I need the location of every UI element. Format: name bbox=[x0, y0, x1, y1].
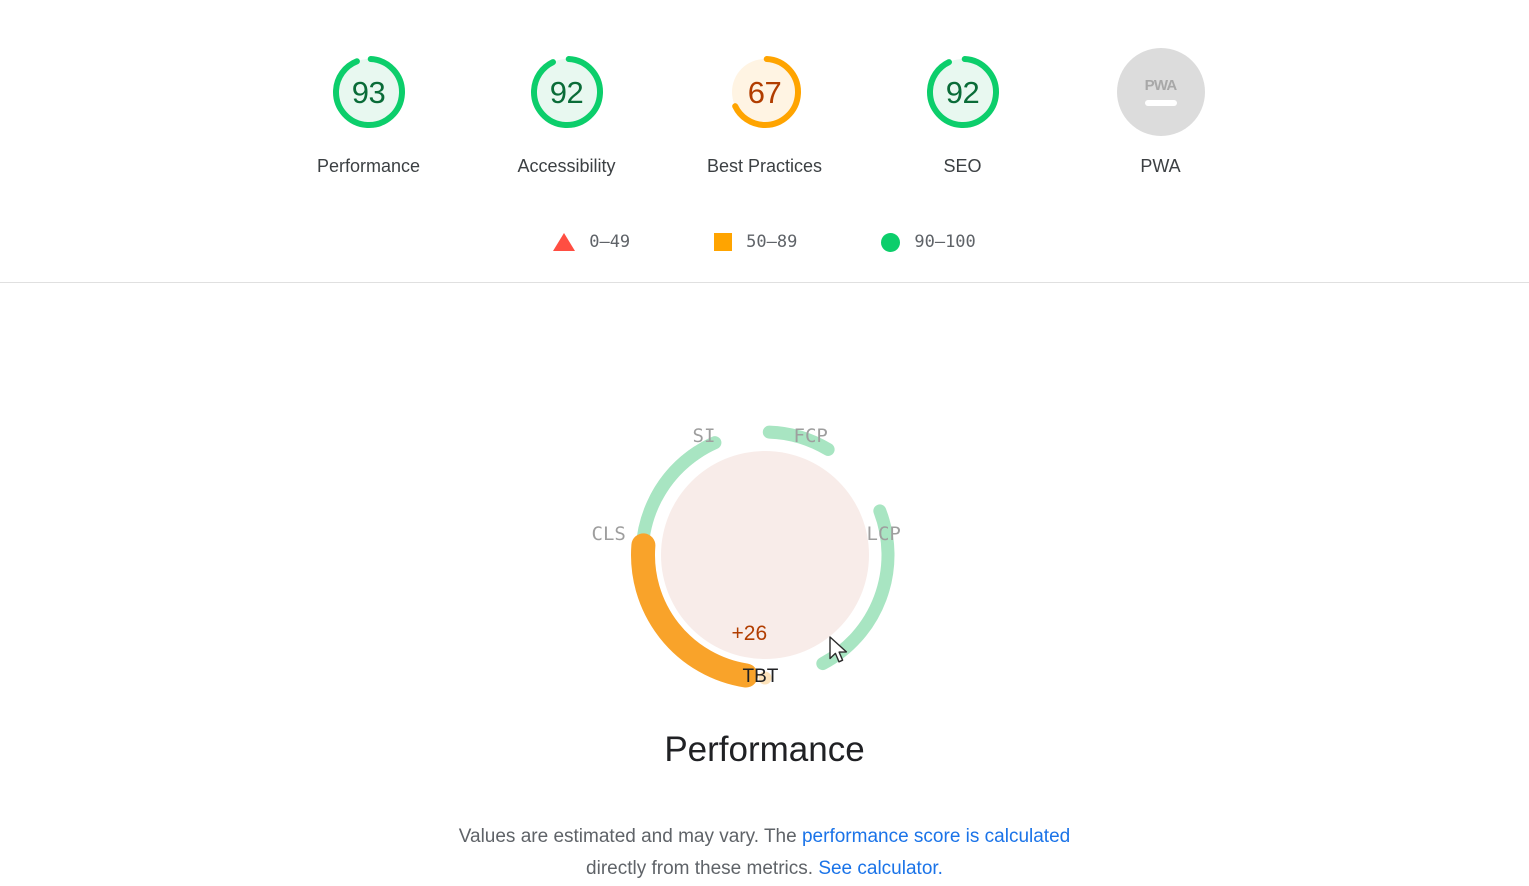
hovered-metric-name: TBT bbox=[742, 666, 779, 687]
gauge-arc-performance: 93 bbox=[325, 48, 413, 136]
disclaimer-text-before: Values are estimated and may vary. The bbox=[458, 825, 802, 847]
gauge-performance[interactable]: 93 Performance bbox=[270, 48, 468, 178]
triangle-icon bbox=[553, 233, 576, 251]
legend-label-fail: 0–49 bbox=[589, 232, 631, 252]
gauge-arc-seo: 92 bbox=[919, 48, 1007, 136]
square-icon bbox=[714, 233, 733, 251]
pwa-badge-icon: PWA bbox=[1116, 48, 1205, 136]
score-legend: 0–49 50–89 90–100 bbox=[0, 232, 1529, 252]
gauge-value-best-practices: 67 bbox=[747, 74, 782, 110]
legend-item-average: 50–89 bbox=[714, 232, 797, 252]
scores-header: 93 Performance 92 Accessibility 67 Best … bbox=[0, 0, 1529, 283]
gauge-label-best-practices: Best Practices bbox=[706, 156, 823, 176]
performance-donut-chart[interactable]: SI FCP CLS LCP +26 TBT bbox=[592, 395, 925, 715]
arc-label-si: SI bbox=[692, 425, 716, 447]
gauges-row: 93 Performance 92 Accessibility 67 Best … bbox=[0, 0, 1529, 178]
gauge-arc-accessibility: 92 bbox=[523, 48, 611, 136]
gauge-label-pwa: PWA bbox=[1140, 156, 1181, 176]
see-calculator-link[interactable]: See calculator. bbox=[818, 858, 943, 879]
gauge-label-seo: SEO bbox=[943, 156, 982, 176]
gauge-value-accessibility: 92 bbox=[549, 74, 584, 110]
gauge-value-performance: 93 bbox=[351, 74, 386, 110]
gauge-seo[interactable]: 92 SEO bbox=[864, 48, 1062, 178]
disclaimer-text-middle: directly from these metrics. bbox=[586, 858, 819, 880]
gauge-value-seo: 92 bbox=[945, 74, 980, 110]
arc-label-fcp: FCP bbox=[793, 425, 828, 447]
arc-label-cls: CLS bbox=[591, 523, 626, 545]
gauge-accessibility[interactable]: 92 Accessibility bbox=[468, 48, 666, 178]
gauge-arc-best-practices: 67 bbox=[721, 48, 809, 136]
legend-label-pass: 90–100 bbox=[914, 232, 976, 252]
pwa-dash-icon bbox=[1144, 100, 1177, 106]
pwa-badge-text: PWA bbox=[1144, 77, 1178, 94]
gauge-pwa[interactable]: PWA PWA bbox=[1062, 48, 1260, 178]
performance-score-link[interactable]: performance score is calculated bbox=[802, 826, 1070, 847]
arc-label-lcp: LCP bbox=[866, 523, 901, 545]
hovered-metric-delta: +26 bbox=[731, 622, 768, 645]
legend-item-fail: 0–49 bbox=[553, 232, 630, 252]
circle-icon bbox=[881, 232, 901, 252]
gauge-best-practices[interactable]: 67 Best Practices bbox=[666, 48, 864, 178]
breakdown-disclaimer: Values are estimated and may vary. The p… bbox=[435, 821, 1095, 886]
legend-label-average: 50–89 bbox=[746, 232, 798, 252]
legend-item-pass: 90–100 bbox=[881, 232, 976, 252]
gauge-label-performance: Performance bbox=[316, 156, 421, 176]
gauge-label-accessibility: Accessibility bbox=[517, 156, 616, 176]
lighthouse-report: 93 Performance 92 Accessibility 67 Best … bbox=[0, 0, 1529, 879]
metric-breakdown-section: SI FCP CLS LCP +26 TBT Performance Value… bbox=[0, 283, 1529, 879]
breakdown-title: Performance bbox=[664, 730, 865, 769]
